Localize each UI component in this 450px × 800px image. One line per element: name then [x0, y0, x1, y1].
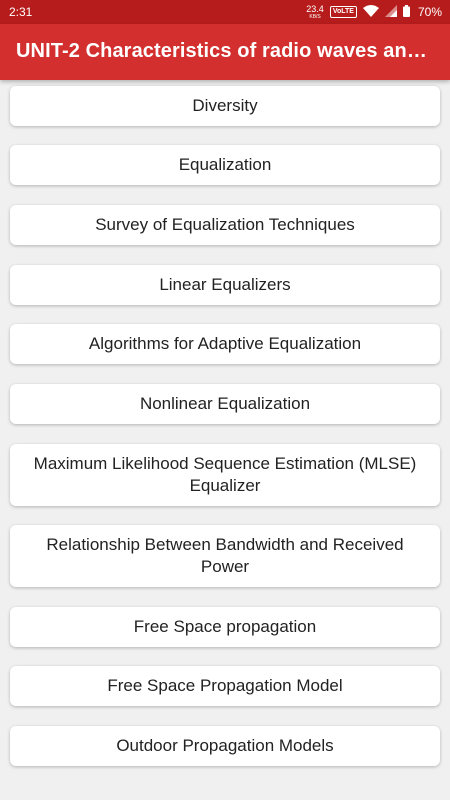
- battery-icon: [402, 4, 410, 20]
- topic-item-free-space-propagation[interactable]: Free Space propagation: [10, 607, 440, 647]
- topic-item-linear-equalizers[interactable]: Linear Equalizers: [10, 265, 440, 305]
- topic-item-free-space-propagation-model[interactable]: Free Space Propagation Model: [10, 666, 440, 706]
- topic-item-bandwidth-received-power[interactable]: Relationship Between Bandwidth and Recei…: [10, 525, 440, 587]
- page-title: UNIT-2 Characteristics of radio waves an…: [16, 40, 436, 62]
- battery-percent: 70%: [417, 5, 442, 19]
- topic-item-equalization[interactable]: Equalization: [10, 145, 440, 185]
- topic-item-outdoor-propagation-models[interactable]: Outdoor Propagation Models: [10, 726, 440, 766]
- wifi-icon: [362, 4, 379, 20]
- topic-item-adaptive-equalization-algorithms[interactable]: Algorithms for Adaptive Equalization: [10, 324, 440, 364]
- network-speed-value: 23.4: [306, 3, 324, 14]
- topic-list: Diversity Equalization Survey of Equaliz…: [0, 80, 450, 800]
- app-bar: UNIT-2 Characteristics of radio waves an…: [0, 24, 450, 80]
- network-speed-unit: KB/S: [309, 13, 321, 20]
- topic-item-nonlinear-equalization[interactable]: Nonlinear Equalization: [10, 384, 440, 424]
- status-time: 2:31: [9, 5, 33, 19]
- status-bar: 2:31 23.4 KB/S VoLTE 70%: [0, 0, 450, 24]
- volte-icon: VoLTE: [329, 6, 357, 18]
- cell-signal-icon: [384, 4, 397, 20]
- status-icons: 23.4 KB/S VoLTE 70%: [306, 0, 442, 24]
- network-speed: 23.4 KB/S: [306, 3, 324, 21]
- topic-item-survey-equalization-techniques[interactable]: Survey of Equalization Techniques: [10, 205, 440, 245]
- topic-item-mlse-equalizer[interactable]: Maximum Likelihood Sequence Estimation (…: [10, 444, 440, 506]
- topic-item-diversity[interactable]: Diversity: [10, 86, 440, 126]
